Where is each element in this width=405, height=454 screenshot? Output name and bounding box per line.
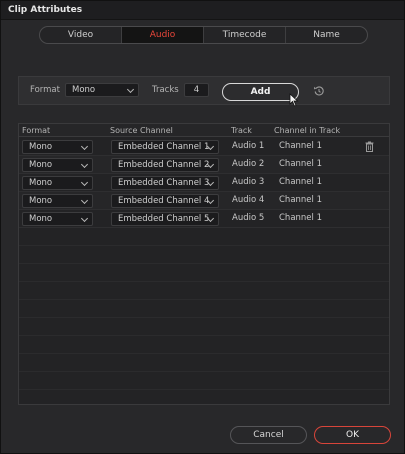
row-source-channel-value: Embedded Channel 1: [118, 142, 210, 152]
tab-name[interactable]: Name: [286, 27, 367, 43]
cancel-button[interactable]: Cancel: [230, 426, 307, 444]
row-format-select[interactable]: Mono: [22, 140, 93, 154]
row-format-select[interactable]: Mono: [22, 176, 93, 190]
format-select[interactable]: Mono: [65, 83, 139, 97]
clip-attributes-dialog: Clip Attributes Video Audio Timecode Nam…: [0, 0, 405, 454]
ok-button[interactable]: OK: [314, 426, 391, 444]
trash-icon[interactable]: [365, 141, 374, 152]
tab-bar: Video Audio Timecode Name: [39, 26, 368, 44]
header-channel-in-track: Channel in Track: [274, 126, 341, 135]
row-format-select[interactable]: Mono: [22, 194, 93, 208]
row-channel-in-track: Channel 1: [279, 177, 323, 187]
row-format-value: Mono: [29, 160, 53, 170]
row-format-value: Mono: [29, 214, 53, 224]
row-format-value: Mono: [29, 196, 53, 206]
row-source-channel-select[interactable]: Embedded Channel 4: [111, 194, 219, 208]
title-bar: Clip Attributes: [1, 1, 404, 20]
header-track: Track: [231, 126, 252, 135]
tab-timecode[interactable]: Timecode: [204, 27, 286, 43]
row-track: Audio 5: [232, 213, 265, 223]
empty-row: [19, 354, 389, 372]
chevron-down-icon: [80, 160, 89, 169]
format-label: Format: [30, 85, 60, 95]
table-row: Mono Embedded Channel 2 Audio 2 Channel …: [19, 156, 389, 174]
tracks-input[interactable]: 4: [184, 83, 209, 97]
row-format-value: Mono: [29, 178, 53, 188]
tab-video[interactable]: Video: [40, 27, 122, 43]
chevron-down-icon: [80, 178, 89, 187]
empty-row: [19, 336, 389, 354]
row-track: Audio 3: [232, 177, 265, 187]
table-row: Mono Embedded Channel 4 Audio 4 Channel …: [19, 192, 389, 210]
tab-audio[interactable]: Audio: [122, 27, 204, 43]
row-source-channel-value: Embedded Channel 4: [118, 196, 210, 206]
empty-row: [19, 318, 389, 336]
row-source-channel-value: Embedded Channel 2: [118, 160, 210, 170]
table-row: Mono Embedded Channel 1 Audio 1 Channel …: [19, 138, 389, 156]
row-source-channel-select[interactable]: Embedded Channel 2: [111, 158, 219, 172]
add-button[interactable]: Add: [222, 83, 299, 101]
tracks-label: Tracks: [152, 85, 179, 95]
row-source-channel-value: Embedded Channel 3: [118, 178, 210, 188]
row-channel-in-track: Channel 1: [279, 159, 323, 169]
row-track: Audio 2: [232, 159, 265, 169]
audio-track-table: Format Source Channel Track Channel in T…: [18, 123, 390, 405]
row-format-select[interactable]: Mono: [22, 158, 93, 172]
empty-row: [19, 228, 389, 246]
row-source-channel-select[interactable]: Embedded Channel 1: [111, 140, 219, 154]
chevron-down-icon: [126, 85, 135, 94]
table-row: Mono Embedded Channel 5 Audio 5 Channel …: [19, 210, 389, 228]
empty-row: [19, 246, 389, 264]
empty-row: [19, 282, 389, 300]
row-source-channel-select[interactable]: Embedded Channel 5: [111, 212, 219, 226]
format-select-value: Mono: [72, 85, 96, 95]
row-format-select[interactable]: Mono: [22, 212, 93, 226]
chevron-down-icon: [80, 196, 89, 205]
row-channel-in-track: Channel 1: [279, 213, 323, 223]
row-track: Audio 4: [232, 195, 265, 205]
row-channel-in-track: Channel 1: [279, 141, 323, 151]
row-channel-in-track: Channel 1: [279, 195, 323, 205]
empty-row: [19, 372, 389, 390]
table-header: Format Source Channel Track Channel in T…: [19, 124, 389, 137]
chevron-down-icon: [80, 214, 89, 223]
table-row: Mono Embedded Channel 3 Audio 3 Channel …: [19, 174, 389, 192]
header-source-channel: Source Channel: [110, 126, 173, 135]
reset-icon[interactable]: [313, 85, 325, 97]
empty-row: [19, 264, 389, 282]
empty-row: [19, 300, 389, 318]
chevron-down-icon: [80, 142, 89, 151]
row-track: Audio 1: [232, 141, 265, 151]
dialog-title: Clip Attributes: [8, 5, 83, 15]
empty-row: [19, 390, 389, 404]
row-source-channel-value: Embedded Channel 5: [118, 214, 210, 224]
header-format: Format: [22, 126, 51, 135]
row-format-value: Mono: [29, 142, 53, 152]
mouse-pointer-icon: [289, 93, 299, 107]
audio-toolbar: Format Mono Tracks 4 Add: [18, 76, 390, 107]
row-source-channel-select[interactable]: Embedded Channel 3: [111, 176, 219, 190]
